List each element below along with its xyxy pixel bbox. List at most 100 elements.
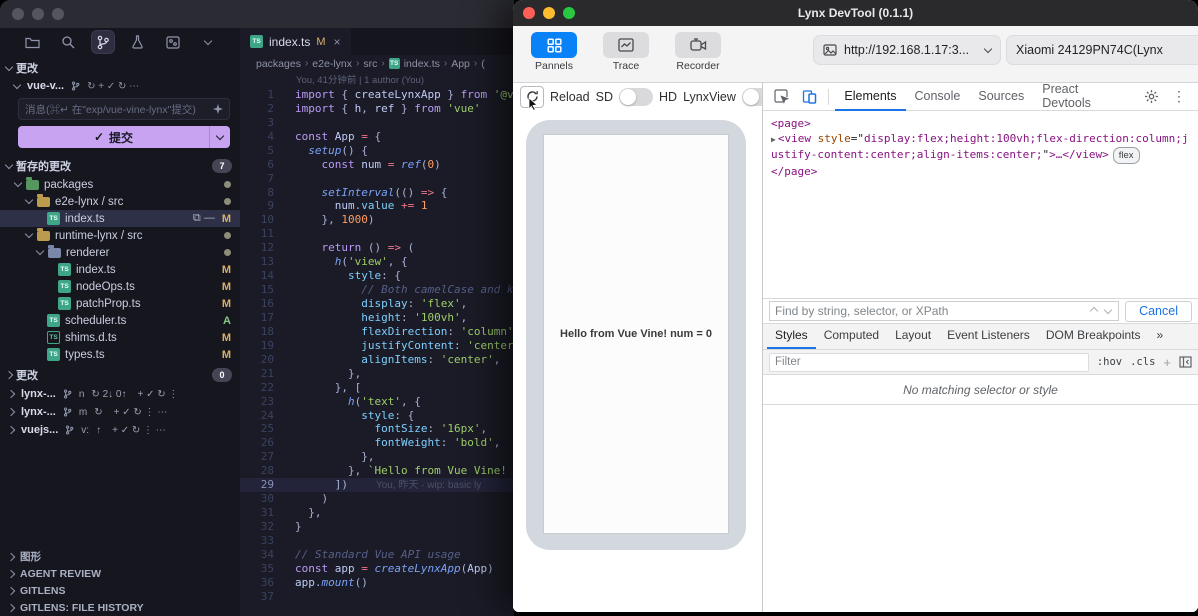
branch-name: v: bbox=[81, 424, 90, 436]
close-window-icon[interactable] bbox=[12, 8, 24, 20]
sidebar-section---[interactable]: 图形 bbox=[0, 548, 240, 565]
testing-flask-icon[interactable] bbox=[127, 31, 149, 53]
view-node[interactable]: ▶ <view style="display:flex;height:100vh;… bbox=[771, 131, 1194, 164]
styles-filter-input[interactable]: Filter bbox=[769, 352, 1089, 372]
toggle-class-button[interactable]: .cls bbox=[1130, 356, 1155, 368]
sidebar-section-gitlens--file-history[interactable]: GITLENS: FILE HISTORY bbox=[0, 599, 240, 616]
trace-label: Trace bbox=[612, 60, 640, 72]
expand-arrow-icon[interactable]: ▶ bbox=[771, 135, 776, 144]
file-actions[interactable]: ⧉ — bbox=[193, 212, 215, 225]
changes-section-header[interactable]: 更改 bbox=[0, 56, 240, 78]
commit-button[interactable]: ✓ 提交 bbox=[18, 126, 230, 148]
tree-item[interactable]: runtime-lynx / src bbox=[0, 227, 240, 244]
breadcrumb-item[interactable]: src bbox=[363, 58, 377, 70]
preview-pane: Reload SD HD LynxView FullScree Hello fr… bbox=[513, 83, 762, 612]
minimize-window-icon[interactable] bbox=[32, 8, 44, 20]
sidebar-section-gitlens[interactable]: GITLENS bbox=[0, 582, 240, 599]
tab-dom-breakpoints[interactable]: DOM Breakpoints bbox=[1038, 322, 1149, 349]
code-line: 18 flexDirection: 'column', bbox=[240, 325, 514, 339]
search-icon[interactable] bbox=[57, 31, 79, 53]
next-match-icon[interactable] bbox=[1103, 305, 1113, 314]
tree-item[interactable]: TS index.ts ⧉ — M bbox=[0, 210, 240, 227]
recorder-button[interactable] bbox=[675, 32, 721, 58]
tab-sources[interactable]: Sources bbox=[969, 82, 1033, 111]
tree-item[interactable]: TS scheduler.ts A bbox=[0, 312, 240, 329]
tree-item[interactable]: TS shims.d.ts M bbox=[0, 329, 240, 346]
find-input[interactable]: Find by string, selector, or XPath bbox=[769, 301, 1120, 321]
code-text: // Both camelCase and kebab-c bbox=[361, 283, 514, 297]
commit-button-label: 提交 bbox=[109, 130, 134, 145]
commit-graph-icon[interactable] bbox=[162, 31, 184, 53]
tree-item[interactable]: renderer bbox=[0, 244, 240, 261]
source-control-icon[interactable] bbox=[91, 31, 114, 53]
toggle-device-toolbar-icon[interactable] bbox=[797, 85, 823, 109]
trace-button[interactable] bbox=[603, 32, 649, 58]
repo-action-icons[interactable]: + ✓ ↻ ⋮ bbox=[137, 389, 178, 400]
tab-index-ts[interactable]: TS index.ts M × bbox=[240, 28, 351, 55]
flex-badge[interactable]: flex bbox=[1112, 147, 1140, 164]
repo-header[interactable]: vue-v... ↻ + ✓ ↻ ⋯ bbox=[0, 78, 240, 94]
fullscreen-toggle[interactable] bbox=[741, 87, 762, 106]
chevron-down-icon[interactable] bbox=[197, 31, 219, 53]
tree-item[interactable]: TS patchProp.ts M bbox=[0, 295, 240, 312]
reload-button[interactable] bbox=[520, 85, 544, 110]
vscode-titlebar[interactable] bbox=[0, 0, 514, 28]
toggle-sidebar-icon[interactable] bbox=[1179, 356, 1192, 368]
maximize-window-icon[interactable] bbox=[52, 8, 64, 20]
tree-item[interactable]: TS types.ts M bbox=[0, 346, 240, 363]
previous-match-icon[interactable] bbox=[1089, 306, 1099, 316]
commit-dropdown-button[interactable] bbox=[209, 126, 230, 148]
sidebar-section-agent-review[interactable]: AGENT REVIEW bbox=[0, 565, 240, 582]
breadcrumb-item[interactable]: e2e-lynx bbox=[312, 58, 352, 70]
breadcrumb-item[interactable]: ( bbox=[481, 58, 485, 70]
breadcrumb-item[interactable]: index.ts bbox=[404, 58, 440, 70]
kebab-menu-icon[interactable]: ⋮ bbox=[1166, 85, 1192, 109]
staged-changes-header[interactable]: 暂存的更改 7 bbox=[0, 154, 240, 176]
cancel-button[interactable]: Cancel bbox=[1125, 300, 1192, 322]
repository-row[interactable]: lynx-... n ↻ 2↓ 0↑ + ✓ ↻ ⋮ bbox=[0, 385, 240, 403]
tab-styles[interactable]: Styles bbox=[767, 322, 816, 349]
branch-icon[interactable] bbox=[71, 81, 80, 91]
toggle-hover-state-button[interactable]: :hov bbox=[1097, 356, 1122, 368]
breadcrumb-item[interactable]: packages bbox=[256, 58, 301, 70]
code-editor[interactable]: You, 41分钟前 | 1 author (You) 1 import { cre… bbox=[240, 72, 514, 616]
lynx-titlebar[interactable]: Lynx DevTool (0.1.1) bbox=[513, 0, 1198, 26]
more-tabs-icon[interactable]: » bbox=[1149, 322, 1172, 349]
tree-item[interactable]: e2e-lynx / src bbox=[0, 193, 240, 210]
elements-tree[interactable]: <page> ▶ <view style="display:flex;height… bbox=[763, 111, 1198, 298]
explorer-folder-icon[interactable] bbox=[22, 31, 44, 53]
settings-gear-icon[interactable] bbox=[1138, 85, 1164, 109]
tab-event-listeners[interactable]: Event Listeners bbox=[939, 322, 1038, 349]
gitlens-codelens[interactable]: You, 41分钟前 | 1 author (You) bbox=[240, 74, 514, 88]
tab-computed[interactable]: Computed bbox=[816, 322, 887, 349]
new-style-rule-button[interactable]: + bbox=[1163, 355, 1171, 370]
breadcrumb-item[interactable]: App bbox=[451, 58, 470, 70]
changes-footer-header[interactable]: 更改 0 bbox=[0, 363, 240, 385]
tree-item[interactable]: TS nodeOps.ts M bbox=[0, 278, 240, 295]
changes-count-badge: 0 bbox=[212, 368, 232, 382]
commit-message-input[interactable]: 消息(⌘↵ 在"exp/vue-vine-lynx"提交) bbox=[18, 98, 230, 120]
repo-action-icons[interactable]: + ✓ ↻ ⋮ ⋯ bbox=[112, 425, 166, 436]
tab-elements[interactable]: Elements bbox=[835, 82, 906, 111]
panels-button[interactable] bbox=[531, 32, 577, 58]
tab-console[interactable]: Console bbox=[906, 82, 970, 111]
breadcrumb-separator: › bbox=[304, 58, 309, 69]
find-bar: Find by string, selector, or XPath Cance… bbox=[763, 298, 1198, 324]
line-number: 26 bbox=[260, 436, 274, 450]
tree-item[interactable]: packages bbox=[0, 176, 240, 193]
repository-row[interactable]: lynx-... m ↻ + ✓ ↻ ⋮ ⋯ bbox=[0, 403, 240, 421]
phone-screen[interactable]: Hello from Vue Vine! num = 0 bbox=[543, 134, 729, 534]
repo-action-icons[interactable]: ↻ + ✓ ↻ ⋯ bbox=[87, 81, 139, 92]
sparkle-icon[interactable] bbox=[213, 104, 223, 114]
tab-preact-devtools[interactable]: Preact Devtools bbox=[1033, 82, 1136, 111]
inspect-element-icon[interactable] bbox=[769, 85, 795, 109]
card-url-dropdown[interactable]: http://192.168.1.17:3... bbox=[813, 35, 1001, 65]
sd-hd-toggle[interactable] bbox=[619, 87, 653, 106]
close-tab-icon[interactable]: × bbox=[334, 35, 341, 49]
repository-row[interactable]: vuejs... v: ↑ + ✓ ↻ ⋮ ⋯ bbox=[0, 421, 240, 439]
device-dropdown[interactable]: Xiaomi 24129PN74C(Lynx bbox=[1006, 35, 1198, 65]
tab-layout[interactable]: Layout bbox=[887, 322, 939, 349]
tree-item[interactable]: TS index.ts M bbox=[0, 261, 240, 278]
activity-bar bbox=[0, 28, 240, 56]
repo-action-icons[interactable]: + ✓ ↻ ⋮ ⋯ bbox=[114, 407, 168, 418]
